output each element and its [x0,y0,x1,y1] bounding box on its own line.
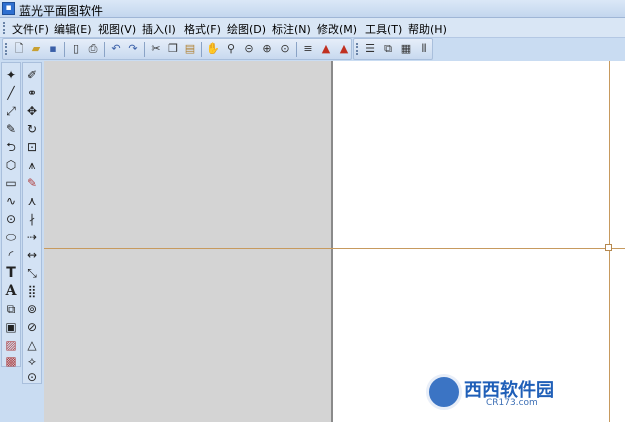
rectangle-icon[interactable]: ▭ [3,175,19,191]
move-icon[interactable]: ✥ [24,103,40,119]
dimension-linear-icon[interactable]: ↔ [24,247,40,263]
menu-edit[interactable]: 编辑(E) [54,21,92,37]
polyline-icon[interactable]: ⮌ [3,139,19,155]
chamfer-icon[interactable]: ⊘ [24,319,40,335]
toolbar-grip[interactable] [356,43,358,55]
watermark-logo-icon [426,374,462,410]
dimension-aligned-icon[interactable]: ⤡ [24,265,40,281]
spline-icon[interactable]: ∿ [3,193,19,209]
grip-handle[interactable] [605,244,612,251]
modify-toolbar: ✐ ⚭ ✥ ↻ ⊡ ⩚ ✎ ⋏ ∤ ⇢ ↔ ⤡ ⣿ ⊚ ⊘ △ ⟡ ⊙ [22,62,42,384]
canvas-outside-area[interactable] [44,61,333,422]
menu-insert[interactable]: 插入(I) [142,21,176,37]
print-icon[interactable]: ⎙ [85,41,101,57]
draw-toolbar: ✦ ╱ ⤢ ✎ ⮌ ⬡ ▭ ∿ ⊙ ⬭ ◜ T A ⧉ ▣ ▨ ▩ [1,62,21,369]
toolbar-grip[interactable] [5,43,7,55]
line-icon[interactable]: ╱ [3,85,19,101]
eraser-icon[interactable]: ✎ [3,121,19,137]
save-icon[interactable]: ▪ [45,41,61,57]
brush-icon[interactable]: ✎ [24,175,40,191]
watermark: 西西软件园 CR173.com [426,374,606,410]
copy-icon[interactable]: ❐ [165,41,181,57]
watermark-site: CR173.com [486,398,538,408]
print-preview-icon[interactable]: ▯ [68,41,84,57]
fillet-icon[interactable]: △ [24,337,40,353]
title-bar: ▪ 蓝光平面图软件 [0,0,625,18]
explode-icon[interactable]: ⟡ [24,353,40,369]
menu-grip[interactable] [3,22,7,34]
redo-icon[interactable]: ↷ [125,41,141,57]
drawing-paper[interactable] [333,61,625,422]
undo-icon[interactable]: ↶ [108,41,124,57]
zoom-extents-icon[interactable]: ⊙ [277,41,293,57]
layer-red-alt-icon[interactable]: ▲ [336,41,352,57]
text-icon[interactable]: T [3,265,19,281]
window-title: 蓝光平面图软件 [19,4,104,18]
line-weight-icon[interactable]: ≡ [300,41,316,57]
trim-icon[interactable]: ∤ [24,211,40,227]
rotate-icon[interactable]: ↻ [24,121,40,137]
mirror-icon[interactable]: ⩚ [24,157,40,173]
offset-icon[interactable]: ⊚ [24,301,40,317]
layer-toolbar: ☰ ⧉ ▦ ⦀ [353,38,433,60]
horizontal-guide-line [44,248,625,249]
menu-draw[interactable]: 绘图(D) [227,21,266,37]
image-icon[interactable]: ▨ [3,337,19,353]
vertical-bars-icon[interactable]: ⦀ [416,41,432,57]
new-file-icon[interactable]: 🗋 [11,41,27,57]
hatch-icon[interactable]: ▩ [3,353,19,369]
copy-object-icon[interactable]: ⚭ [24,85,40,101]
polygon-icon[interactable]: ⬡ [3,157,19,173]
menu-bar: 文件(F) 编辑(E) 视图(V) 插入(I) 格式(F) 绘图(D) 标注(N… [0,18,625,38]
snap-point-icon[interactable]: ⊙ [24,369,40,385]
menu-tools[interactable]: 工具(T) [365,21,402,37]
layer-red-icon[interactable]: ▲ [318,41,334,57]
zoom-window-icon[interactable]: ⊕ [259,41,275,57]
extend-icon[interactable]: ⇢ [24,229,40,245]
pan-icon[interactable]: ✋ [205,41,221,57]
pencil-icon[interactable]: ✐ [24,67,40,83]
menu-format[interactable]: 格式(F) [184,21,221,37]
menu-help[interactable]: 帮助(H) [408,21,447,37]
layer-manager-icon[interactable]: ☰ [362,41,378,57]
array-icon[interactable]: ⣿ [24,283,40,299]
arc-icon[interactable]: ◜ [3,247,19,263]
paste-icon[interactable]: ▤ [182,41,198,57]
layer-state-icon[interactable]: ⧉ [380,41,396,57]
zoom-realtime-icon[interactable]: ⚲ [223,41,239,57]
ray-icon[interactable]: ⤢ [3,103,19,119]
menu-modify[interactable]: 修改(M) [317,21,357,37]
menu-file[interactable]: 文件(F) [12,21,49,37]
vertical-guide-line [609,61,610,422]
zoom-previous-icon[interactable]: ⊝ [241,41,257,57]
app-icon[interactable]: ▪ [2,2,15,15]
block-insert-icon[interactable]: ⧉ [3,301,19,317]
point-icon[interactable]: ✦ [3,67,19,83]
cut-icon[interactable]: ✂ [148,41,164,57]
scale-icon[interactable]: ⊡ [24,139,40,155]
open-folder-icon[interactable]: ▰ [28,41,44,57]
circle-icon[interactable]: ⊙ [3,211,19,227]
standard-toolbar: 🗋 ▰ ▪ ▯ ⎙ ↶ ↷ ✂ ❐ ▤ ✋ ⚲ ⊝ ⊕ ⊙ ≡ ▲ ▲ [2,38,352,60]
block-make-icon[interactable]: ▣ [3,319,19,335]
stretch-icon[interactable]: ⋏ [24,193,40,209]
menu-dimension[interactable]: 标注(N) [272,21,311,37]
multiline-text-icon[interactable]: A [3,283,19,299]
menu-view[interactable]: 视图(V) [98,21,136,37]
hatch-lines-icon[interactable]: ▦ [398,41,414,57]
ellipse-icon[interactable]: ⬭ [3,229,19,245]
